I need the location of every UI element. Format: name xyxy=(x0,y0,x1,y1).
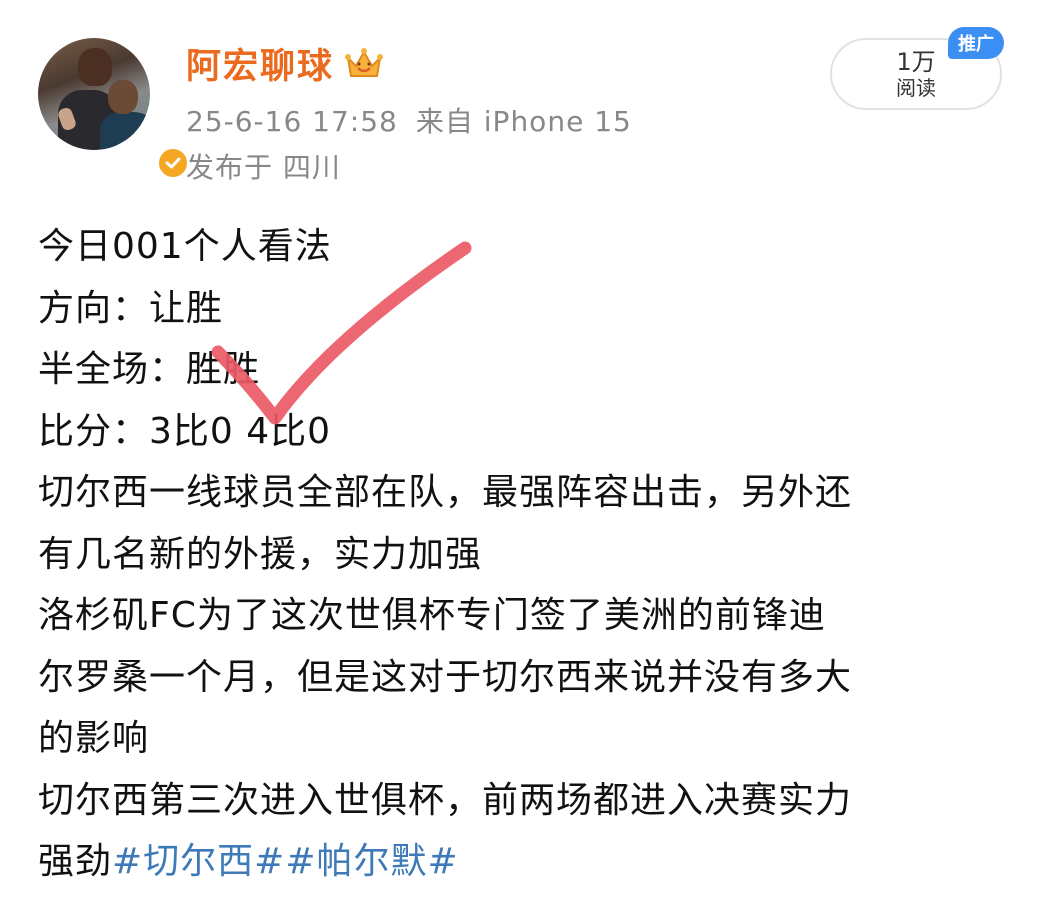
post-line-text: 强劲 xyxy=(38,841,113,882)
post-line: 半全场：胜胜 xyxy=(38,349,261,390)
avatar-photo xyxy=(38,38,150,150)
post-content: 今日001个人看法 方向：让胜 半全场：胜胜 比分：3比0 4比0 切尔西一线球… xyxy=(38,216,1008,893)
post-source[interactable]: 来自 iPhone 15 xyxy=(416,105,632,138)
read-label: 阅读 xyxy=(896,76,936,100)
post-location: 发布于 四川 xyxy=(186,151,341,184)
crown-icon xyxy=(345,47,384,77)
verified-badge-icon xyxy=(156,146,190,180)
hashtag-link[interactable]: #切尔西# xyxy=(112,841,285,882)
ad-badge: 推广 xyxy=(948,27,1004,59)
post-time: 25-6-16 17:58 xyxy=(186,105,398,138)
post-line: 切尔西一线球员全部在队，最强阵容出击，另外还 xyxy=(38,472,853,513)
post-line-last: 强劲#切尔西##帕尔默# xyxy=(38,831,1008,893)
post-meta: 25-6-16 17:58 来自 iPhone 15 xyxy=(186,100,650,140)
post-line: 今日001个人看法 xyxy=(38,226,332,267)
post-line: 尔罗桑一个月，但是这对于切尔西来说并没有多大 xyxy=(38,656,853,698)
post-line: 有几名新的外援，实力加强 xyxy=(38,533,483,575)
post-line: 的影响 xyxy=(38,718,150,759)
avatar[interactable] xyxy=(38,38,190,180)
post-line: 切尔西第三次进入世俱杯，前两场都进入决赛实力 xyxy=(38,779,853,821)
post-line: 洛杉矶FC为了这次世俱杯专门签了美洲的前锋迪 xyxy=(38,595,826,636)
read-count: 1万 xyxy=(896,48,936,76)
hashtag-link[interactable]: #帕尔默# xyxy=(285,841,458,882)
post-line: 比分：3比0 4比0 xyxy=(38,410,332,452)
user-name-row[interactable]: 阿宏聊球 xyxy=(186,38,384,89)
user-name[interactable]: 阿宏聊球 xyxy=(186,38,334,89)
post-line: 方向：让胜 xyxy=(38,287,224,329)
